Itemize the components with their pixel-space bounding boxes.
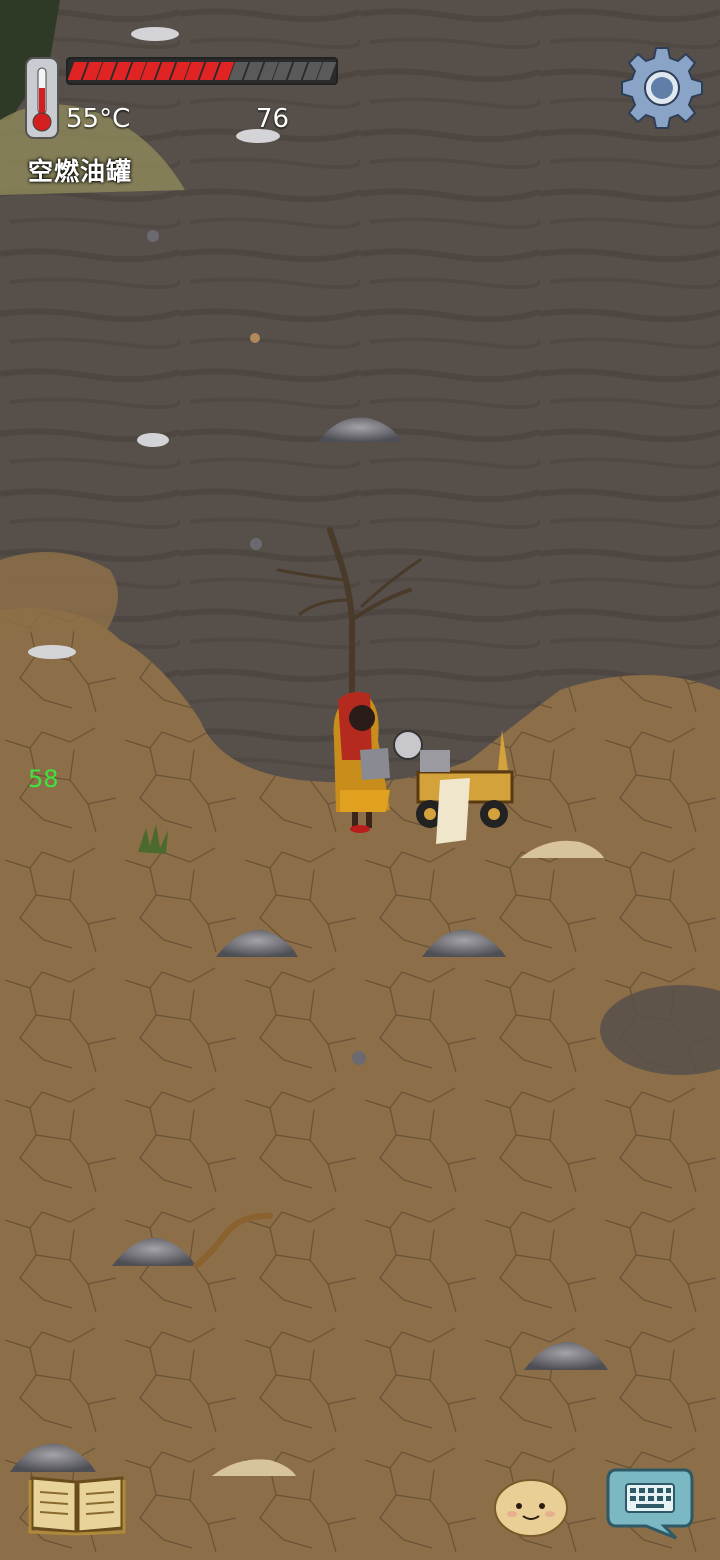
age-readout: 76 [256,104,290,134]
food-bar [66,57,338,85]
world-counter: 58 [28,765,59,793]
book-icon [28,1476,126,1536]
gear-icon [621,47,703,129]
settings-button[interactable] [620,46,704,130]
game-world[interactable] [0,0,720,1560]
emote-button[interactable] [492,1474,570,1538]
thermometer-icon [24,56,60,140]
emote-face-icon [494,1479,568,1537]
tech-tree-book-button[interactable] [28,1468,126,1536]
keyboard-chat-button[interactable] [606,1466,694,1540]
temperature-readout: 55°C [66,104,131,134]
keyboard-chat-icon [606,1468,694,1540]
held-item-label: 空燃油罐 [28,157,133,186]
